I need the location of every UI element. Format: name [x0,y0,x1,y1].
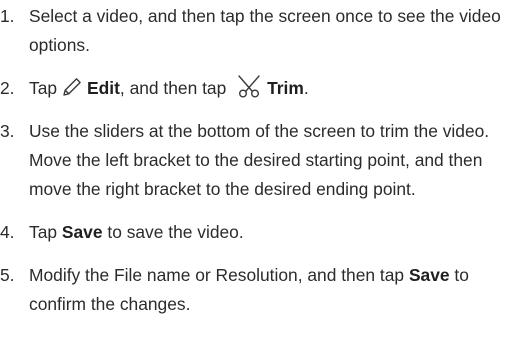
trim-label: Trim [267,78,304,98]
save-label: Save [61,222,103,242]
step-text-pre: Modify the File name or Resolution, and … [29,265,405,285]
step-5: 5. Modify the File name or Resolution, a… [0,261,505,319]
step-text-mid: , and then tap [119,78,227,98]
step-text-post: to save the video. [107,222,244,242]
step-4: 4. Tap Save to save the video. [0,218,505,247]
step-number: 3. [0,121,15,141]
instruction-page: 1. Select a video, and then tap the scre… [0,0,513,349]
pencil-icon [61,76,83,98]
step-3: 3. Use the sliders at the bottom of the … [0,117,505,204]
step-text-pre: Tap [29,78,58,98]
step-text-end: . [303,78,309,98]
step-1: 1. Select a video, and then tap the scre… [0,2,505,60]
step-text: Select a video, and then tap the screen … [29,6,501,55]
step-text-pre: Tap [29,222,58,242]
step-number: 5. [0,265,15,285]
step-number: 1. [0,6,15,26]
save-label: Save [408,265,450,285]
scissors-icon [235,74,263,98]
step-2: 2. Tap Edit, and then tap Trim. [0,74,505,103]
step-text: Modify the File name or Resolution, and … [29,261,505,319]
step-text: Tap Save to save the video. [29,218,505,247]
edit-label: Edit [87,78,120,98]
steps-list: 1. Select a video, and then tap the scre… [0,2,505,319]
step-text: Tap Edit, and then tap Trim. [29,74,505,103]
step-number: 4. [0,222,15,242]
step-number: 2. [0,78,15,98]
step-text: Use the sliders at the bottom of the scr… [29,121,490,199]
